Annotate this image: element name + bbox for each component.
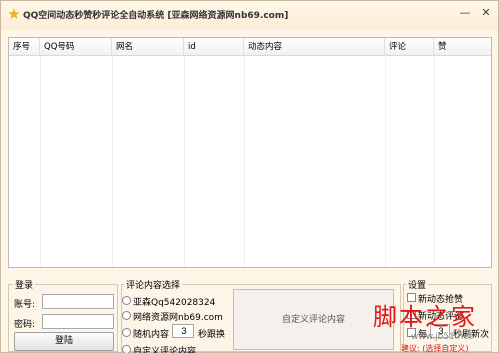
comment-option2-label[interactable]: 网络资源网nb69.com	[133, 310, 223, 323]
table-header: 序号 QQ号码 网名 id 动态内容 评论 赞	[9, 38, 491, 56]
comment-option1-radio[interactable]	[122, 296, 131, 305]
login-group-title: 登录	[13, 278, 36, 291]
close-button[interactable]: ✕	[477, 5, 495, 20]
title-bar[interactable]: ★ QQ空间动态秒赞秒评论全自动系统 [亚森网络资源网nb69.com] — ✕	[1, 1, 498, 29]
comment-option4-radio[interactable]	[122, 345, 131, 353]
results-table[interactable]: 序号 QQ号码 网名 id 动态内容 评论 赞	[8, 37, 492, 268]
new-post-like-checkbox[interactable]	[407, 293, 416, 302]
account-input[interactable]	[42, 294, 114, 309]
column-header-id[interactable]: id	[184, 38, 244, 56]
new-post-comment-checkbox[interactable]	[407, 310, 416, 319]
column-header-like[interactable]: 赞	[434, 38, 491, 56]
refresh-interval-input[interactable]	[430, 324, 450, 338]
new-post-like-label[interactable]: 新动态抢赞	[418, 292, 463, 305]
password-input[interactable]	[42, 314, 114, 329]
column-divider	[112, 56, 113, 267]
column-divider	[184, 56, 185, 267]
window-title: QQ空间动态秒赞秒评论全自动系统 [亚森网络资源网nb69.com]	[23, 11, 289, 21]
refresh-suffix: 秒刷新次	[453, 330, 490, 340]
random-interval-input[interactable]	[172, 324, 194, 338]
custom-comment-textarea[interactable]: 自定义评论内容	[233, 289, 394, 350]
account-label: 账号:	[14, 300, 36, 310]
random-interval-suffix: 秒跟换	[198, 330, 226, 340]
column-header-index[interactable]: 序号	[9, 38, 40, 56]
settings-hint: 建议: (选择自定义)	[401, 344, 469, 353]
comment-option3-label[interactable]: 随机内容	[133, 327, 169, 340]
new-post-comment-label[interactable]: 新动态评论	[418, 309, 463, 322]
column-divider	[244, 56, 245, 267]
refresh-checkbox[interactable]	[407, 328, 416, 337]
refresh-prefix: 每	[418, 330, 428, 340]
column-header-qq[interactable]: QQ号码	[40, 38, 112, 56]
app-window: ★ QQ空间动态秒赞秒评论全自动系统 [亚森网络资源网nb69.com] — ✕…	[0, 0, 499, 353]
comment-group-title: 评论内容选择	[124, 278, 183, 291]
comment-option2-radio[interactable]	[122, 311, 131, 320]
comment-option1-label[interactable]: 亚森Qq542028324	[133, 295, 215, 308]
column-divider	[385, 56, 386, 267]
password-label: 密码:	[14, 320, 36, 330]
minimize-button[interactable]: —	[456, 5, 474, 20]
column-divider	[434, 56, 435, 267]
settings-group-title: 设置	[406, 278, 429, 291]
column-divider	[40, 56, 41, 267]
login-button[interactable]: 登陆	[14, 332, 114, 351]
column-header-comment[interactable]: 评论	[385, 38, 434, 56]
star-app-icon: ★	[7, 5, 21, 23]
comment-option4-label[interactable]: 自定义评论内容	[133, 344, 196, 353]
column-header-content[interactable]: 动态内容	[244, 38, 385, 56]
comment-option3-radio[interactable]	[122, 328, 131, 337]
column-header-nickname[interactable]: 网名	[112, 38, 184, 56]
